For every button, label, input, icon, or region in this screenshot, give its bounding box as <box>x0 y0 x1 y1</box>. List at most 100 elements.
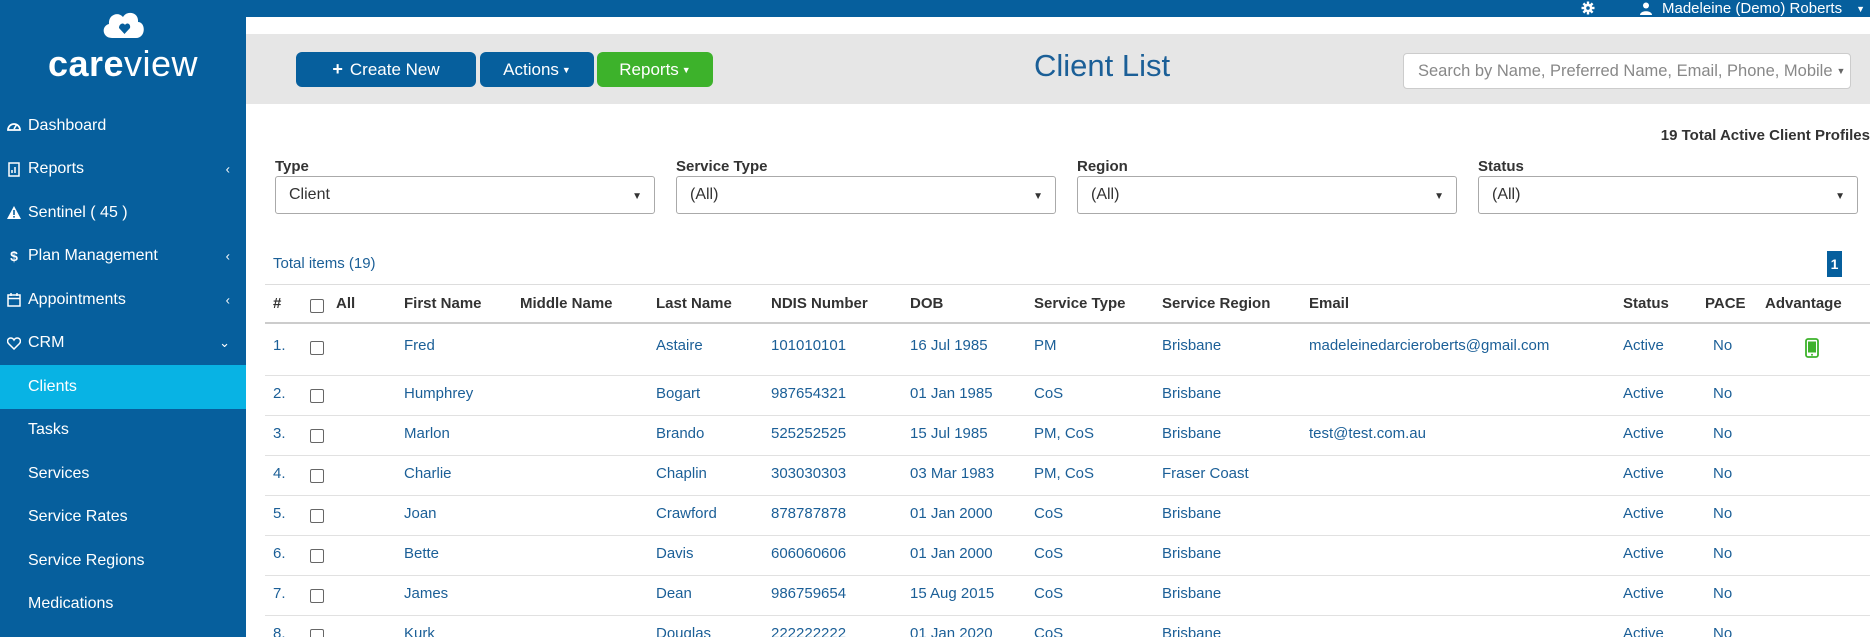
client-search-input[interactable]: Search by Name, Preferred Name, Email, P… <box>1403 53 1851 89</box>
sidebar-item-plan-management[interactable]: $ Plan Management ‹ <box>0 235 246 279</box>
col-header-service-type[interactable]: Service Type <box>1034 295 1125 312</box>
row-checkbox[interactable] <box>310 469 324 483</box>
type-select[interactable]: Client ▼ <box>275 176 655 214</box>
sidebar-item-reports[interactable]: Reports ‹ <box>0 148 246 192</box>
dob: 01 Jan 2000 <box>910 545 993 562</box>
sidebar-item-sentinel[interactable]: Sentinel ( 45 ) <box>0 191 246 235</box>
col-header-first-name[interactable]: First Name <box>404 295 482 312</box>
email[interactable]: test@test.com.au <box>1309 425 1426 442</box>
actions-dropdown-button[interactable]: Actions ▼ <box>480 52 594 87</box>
first-name-link[interactable]: Bette <box>404 545 439 562</box>
sidebar: careview Dashboard Reports ‹ Sentinel ( … <box>0 0 246 637</box>
first-name-link[interactable]: Joan <box>404 505 437 522</box>
user-menu[interactable]: Madeleine (Demo) Roberts ▼ <box>1640 0 1865 17</box>
first-name-link[interactable]: Marlon <box>404 425 450 442</box>
last-name-link[interactable]: Douglas <box>656 625 711 637</box>
col-header-dob[interactable]: DOB <box>910 295 943 312</box>
row-checkbox[interactable] <box>310 589 324 603</box>
first-name-link[interactable]: Humphrey <box>404 385 473 402</box>
sidebar-item-clients[interactable]: Clients <box>0 365 246 409</box>
table-row[interactable]: 5. Joan Crawford 878787878 01 Jan 2000 C… <box>265 496 1870 536</box>
sidebar-item-medications[interactable]: Medications <box>0 583 246 627</box>
dob: 15 Aug 2015 <box>910 585 995 602</box>
row-checkbox[interactable] <box>310 509 324 523</box>
sidebar-item-crm[interactable]: CRM ⌄ <box>0 322 246 366</box>
phone-icon[interactable] <box>1805 338 1819 358</box>
service-type-select[interactable]: (All) ▼ <box>676 176 1056 214</box>
status: Active <box>1623 625 1664 637</box>
first-name-link[interactable]: Charlie <box>404 465 452 482</box>
filter-label: Status <box>1478 158 1524 175</box>
table-row[interactable]: 4. Charlie Chaplin 303030303 03 Mar 1983… <box>265 456 1870 496</box>
sidebar-item-service-regions[interactable]: Service Regions <box>0 539 246 583</box>
last-name-link[interactable]: Brando <box>656 425 704 442</box>
table-row[interactable]: 1. Fred Astaire 101010101 16 Jul 1985 PM… <box>265 324 1870 376</box>
sidebar-item-label: Service Rates <box>28 508 128 526</box>
sidebar-item-label: Medications <box>28 595 114 613</box>
dollar-icon: $ <box>10 248 18 265</box>
table-row[interactable]: 2. Humphrey Bogart 987654321 01 Jan 1985… <box>265 376 1870 416</box>
sidebar-item-services[interactable]: Services <box>0 452 246 496</box>
status-select[interactable]: (All) ▼ <box>1478 176 1858 214</box>
row-checkbox[interactable] <box>310 629 324 637</box>
table-row[interactable]: 6. Bette Davis 606060606 01 Jan 2000 CoS… <box>265 536 1870 576</box>
row-number: 2. <box>273 385 286 402</box>
service-type: CoS <box>1034 505 1064 522</box>
first-name-link[interactable]: Kurk <box>404 625 435 637</box>
user-icon <box>1640 2 1652 15</box>
row-checkbox[interactable] <box>310 549 324 563</box>
row-checkbox[interactable] <box>310 341 324 355</box>
sidebar-item-tasks[interactable]: Tasks <box>0 409 246 453</box>
gear-icon[interactable] <box>1581 1 1595 15</box>
col-header-ndis-number[interactable]: NDIS Number <box>771 295 868 312</box>
table-row[interactable]: 7. James Dean 986759654 15 Aug 2015 CoS … <box>265 576 1870 616</box>
select-value: (All) <box>1492 186 1521 203</box>
first-name-link[interactable]: Fred <box>404 337 435 354</box>
service-region: Brisbane <box>1162 625 1222 637</box>
filter-label: Type <box>275 158 309 175</box>
row-checkbox[interactable] <box>310 389 324 403</box>
col-header-advantage[interactable]: Advantage <box>1765 295 1842 312</box>
create-new-button[interactable]: + Create New <box>296 52 476 87</box>
col-header-pace[interactable]: PACE <box>1705 295 1746 312</box>
table-row[interactable]: 3. Marlon Brando 525252525 15 Jul 1985 P… <box>265 416 1870 456</box>
last-name-link[interactable]: Chaplin <box>656 465 707 482</box>
col-header-middle-name[interactable]: Middle Name <box>520 295 613 312</box>
sidebar-item-service-rates[interactable]: Service Rates <box>0 496 246 540</box>
select-all-checkbox[interactable] <box>310 299 324 313</box>
col-header-all: All <box>336 295 356 312</box>
col-header-last-name[interactable]: Last Name <box>656 295 732 312</box>
row-number: 8. <box>273 625 286 637</box>
last-name-link[interactable]: Bogart <box>656 385 700 402</box>
row-checkbox[interactable] <box>310 429 324 443</box>
ndis-number: 222222222 <box>771 625 847 637</box>
sidebar-item-dashboard[interactable]: Dashboard <box>0 104 246 148</box>
service-region: Brisbane <box>1162 585 1222 602</box>
pace: No <box>1713 505 1733 522</box>
last-name-link[interactable]: Crawford <box>656 505 717 522</box>
row-number: 7. <box>273 585 286 602</box>
email[interactable]: madeleinedarcieroberts@gmail.com <box>1309 337 1549 354</box>
dob: 01 Jan 1985 <box>910 385 993 402</box>
col-header-service-region[interactable]: Service Region <box>1162 295 1270 312</box>
reports-dropdown-button[interactable]: Reports ▼ <box>597 52 713 87</box>
last-name-link[interactable]: Davis <box>656 545 694 562</box>
dob: 01 Jan 2020 <box>910 625 993 637</box>
warning-icon <box>6 205 22 221</box>
dob: 01 Jan 2000 <box>910 505 993 522</box>
total-active-profiles: 19 Total Active Client Profiles <box>1660 127 1870 144</box>
pagination-page-1[interactable]: 1 <box>1827 251 1842 277</box>
region-select[interactable]: (All) ▼ <box>1077 176 1457 214</box>
pace: No <box>1713 385 1733 402</box>
caret-down-icon: ▼ <box>681 64 691 75</box>
last-name-link[interactable]: Astaire <box>656 337 703 354</box>
select-value: (All) <box>1091 186 1120 203</box>
sidebar-item-appointments[interactable]: Appointments ‹ <box>0 278 246 322</box>
careview-logo[interactable]: careview <box>0 8 246 82</box>
first-name-link[interactable]: James <box>404 585 448 602</box>
last-name-link[interactable]: Dean <box>656 585 692 602</box>
service-type: CoS <box>1034 585 1064 602</box>
col-header-email[interactable]: Email <box>1309 295 1349 312</box>
col-header-status[interactable]: Status <box>1623 295 1669 312</box>
table-row[interactable]: 8. Kurk Douglas 222222222 01 Jan 2020 Co… <box>265 616 1870 637</box>
